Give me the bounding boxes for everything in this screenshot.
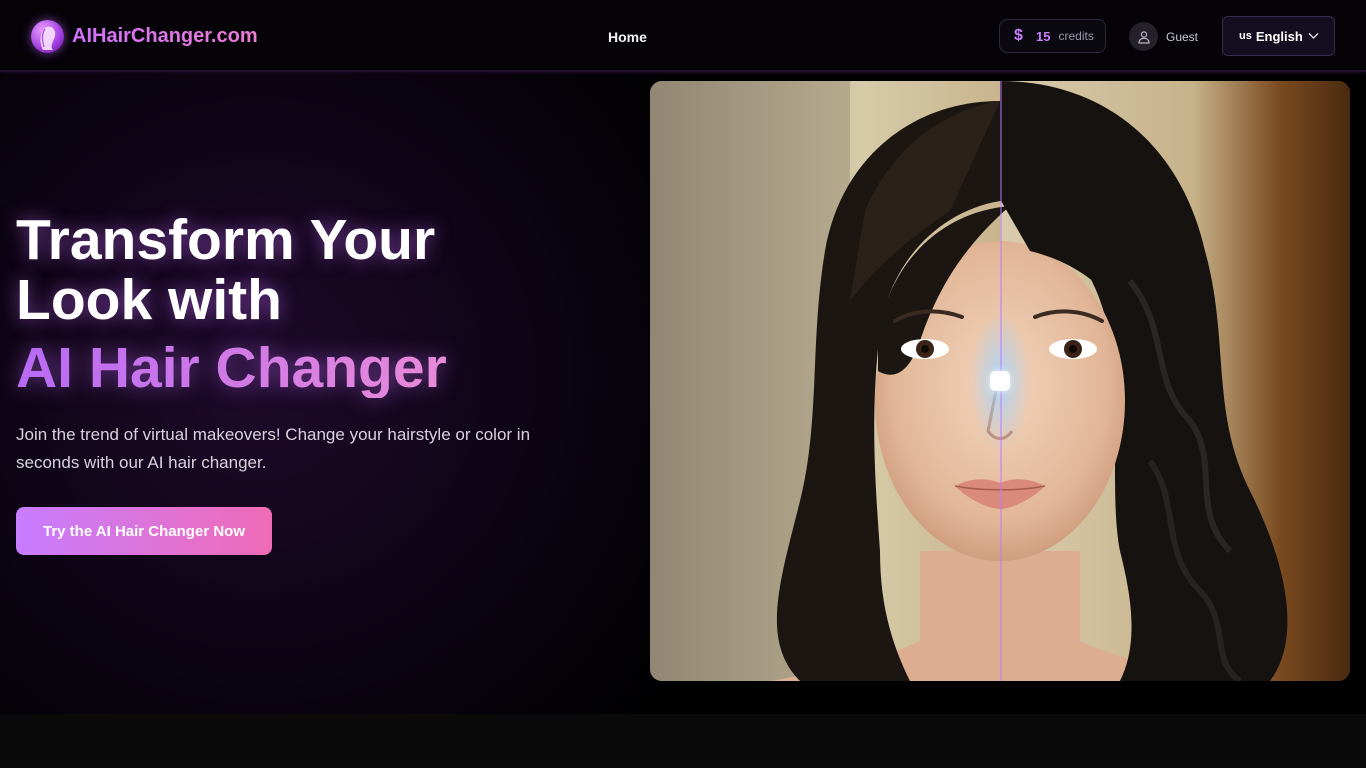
user-icon: [1129, 22, 1158, 51]
language-selector[interactable]: us English: [1222, 16, 1335, 56]
hero-title-accent: AI Hair Changer: [16, 336, 447, 400]
user-name: Guest: [1166, 29, 1199, 44]
flag-label: us: [1239, 30, 1252, 42]
hero-subtitle: Join the trend of virtual makeovers! Cha…: [16, 425, 531, 472]
dollar-icon: $: [1014, 27, 1023, 44]
before-after-comparison[interactable]: [650, 81, 1350, 681]
nav-home-link[interactable]: Home: [608, 29, 647, 45]
brand-name: AIHairChanger.com: [72, 25, 258, 47]
credits-badge[interactable]: $ 15 credits: [999, 19, 1106, 53]
credits-count: 15: [1036, 28, 1051, 44]
chevron-down-icon: [1308, 27, 1319, 45]
language-label: English: [1255, 28, 1303, 44]
next-section: [0, 714, 1366, 768]
hero-title-line2: Look with: [16, 268, 282, 332]
credits-label: credits: [1058, 29, 1094, 43]
hero-title-line1: Transform Your: [16, 208, 436, 272]
hero-title: Transform Your Look with AI Hair Changer: [16, 210, 447, 398]
comparison-slider-handle[interactable]: [990, 371, 1010, 391]
site-header: AIHairChanger.com Home $ 15 credits Gues…: [0, 0, 1366, 72]
brand-logo-icon: [31, 20, 64, 53]
brand[interactable]: AIHairChanger.com: [31, 20, 258, 53]
user-menu[interactable]: Guest: [1129, 22, 1198, 51]
try-now-button[interactable]: Try the AI Hair Changer Now: [16, 507, 272, 555]
